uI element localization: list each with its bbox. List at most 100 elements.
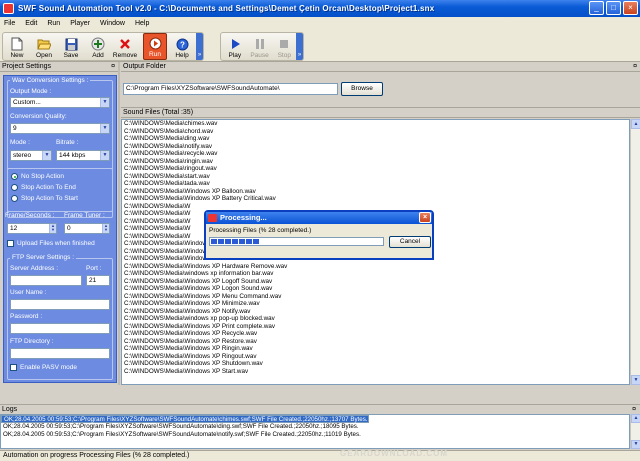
sound-list-scrollbar[interactable]: ▲ ▼ bbox=[630, 119, 640, 385]
logs-scrollbar[interactable]: ▲ ▼ bbox=[630, 414, 640, 449]
scroll-up-icon[interactable]: ▲ bbox=[631, 414, 640, 423]
list-item[interactable]: C:\WINDOWS\Media\windows xp information … bbox=[122, 270, 629, 278]
menu-file[interactable]: File bbox=[4, 20, 15, 27]
close-button[interactable]: × bbox=[623, 1, 638, 15]
help-button[interactable]: ? Help bbox=[170, 33, 194, 60]
fps-spinner[interactable]: 12 ▲ ▼ bbox=[7, 223, 57, 234]
password-field[interactable] bbox=[10, 323, 110, 334]
list-item[interactable]: C:\WINDOWS\Media\Windows XP Hardware Rem… bbox=[122, 263, 629, 271]
pause-button[interactable]: Pause bbox=[248, 33, 272, 60]
pin-icon[interactable]: ¤ bbox=[111, 62, 115, 72]
remove-label: Remove bbox=[112, 52, 138, 59]
main-toolbar-group: New Open Save Add Remove Run ? Help » bbox=[2, 32, 204, 61]
pasv-checkbox[interactable]: Enable PASV mode bbox=[10, 364, 77, 371]
port-value: 21 bbox=[89, 277, 97, 284]
list-item[interactable]: C:\WINDOWS\Media\W bbox=[122, 203, 629, 211]
list-item[interactable]: C:\WINDOWS\Media\Windows XP Balloon.wav bbox=[122, 188, 629, 196]
ftp-directory-field[interactable] bbox=[10, 348, 110, 359]
logs-list[interactable]: OK;28.04.2005 00:59:53;C:\Program Files\… bbox=[0, 414, 630, 449]
remove-x-icon bbox=[118, 37, 132, 51]
cancel-button[interactable]: Cancel bbox=[389, 236, 431, 248]
list-item[interactable]: C:\WINDOWS\Media\Windows XP Logon Sound.… bbox=[122, 285, 629, 293]
quality-select[interactable]: 9 ▼ bbox=[10, 123, 110, 134]
list-item[interactable]: C:\WINDOWS\Media\recycle.wav bbox=[122, 150, 629, 158]
menu-edit[interactable]: Edit bbox=[25, 20, 37, 27]
list-item[interactable]: C:\WINDOWS\Media\ringout.wav bbox=[122, 165, 629, 173]
mode-select[interactable]: stereo ▼ bbox=[10, 150, 52, 161]
browse-button[interactable]: Browse bbox=[341, 82, 383, 96]
open-button[interactable]: Open bbox=[32, 33, 56, 60]
menu-player[interactable]: Player bbox=[70, 20, 90, 27]
output-folder-title: Output Folder bbox=[123, 63, 166, 70]
list-item[interactable]: C:\WINDOWS\Media\chimes.wav bbox=[122, 120, 629, 128]
add-button[interactable]: Add bbox=[86, 33, 110, 60]
help-label: Help bbox=[175, 52, 189, 59]
log-row[interactable]: OK;28.04.2005 00:59:53;C:\Program Files\… bbox=[1, 415, 369, 423]
output-mode-select[interactable]: Custom... ▼ bbox=[10, 97, 110, 108]
list-item[interactable]: C:\WINDOWS\Media\chord.wav bbox=[122, 128, 629, 136]
app-icon bbox=[3, 3, 14, 14]
remove-button[interactable]: Remove bbox=[113, 33, 137, 60]
stop-button[interactable]: Stop bbox=[272, 33, 296, 60]
list-item[interactable]: C:\WINDOWS\Media\ringin.wav bbox=[122, 158, 629, 166]
save-button[interactable]: Save bbox=[59, 33, 83, 60]
list-item[interactable]: C:\WINDOWS\Media\Windows XP Start.wav bbox=[122, 368, 629, 376]
list-item[interactable]: C:\WINDOWS\Media\start.wav bbox=[122, 173, 629, 181]
stop-icon bbox=[277, 37, 291, 51]
user-name-field[interactable] bbox=[10, 299, 110, 310]
new-file-icon bbox=[10, 37, 24, 51]
list-item[interactable]: C:\WINDOWS\Media\Windows XP Restore.wav bbox=[122, 338, 629, 346]
logs-header: Logs ¤ bbox=[0, 404, 640, 414]
radio-stop-to-end[interactable]: Stop Action To End bbox=[11, 184, 76, 191]
list-item[interactable]: C:\WINDOWS\Media\Windows XP Notify.wav bbox=[122, 308, 629, 316]
list-item[interactable]: C:\WINDOWS\Media\Windows XP Menu Command… bbox=[122, 293, 629, 301]
upload-checkbox[interactable]: Upload Files when finished bbox=[7, 240, 95, 247]
list-item[interactable]: C:\WINDOWS\Media\Windows XP Ringin.wav bbox=[122, 345, 629, 353]
help-icon: ? bbox=[175, 37, 189, 51]
stop-label: Stop bbox=[277, 52, 291, 59]
list-item[interactable]: C:\WINDOWS\Media\ding.wav bbox=[122, 135, 629, 143]
tuner-spinner[interactable]: 0 ▲ ▼ bbox=[64, 223, 110, 234]
list-item[interactable]: C:\WINDOWS\Media\Windows XP Minimize.wav bbox=[122, 300, 629, 308]
scroll-up-icon[interactable]: ▲ bbox=[631, 119, 640, 129]
log-row[interactable]: OK;28.04.2005 00:59:53;C:\Program Files\… bbox=[1, 423, 629, 431]
server-address-field[interactable] bbox=[10, 275, 82, 286]
add-icon bbox=[91, 37, 105, 51]
radio-no-stop[interactable]: No Stop Action bbox=[11, 173, 64, 180]
spinner-arrows-icon[interactable]: ▲ ▼ bbox=[102, 224, 109, 233]
list-item[interactable]: C:\WINDOWS\Media\Windows XP Battery Crit… bbox=[122, 195, 629, 203]
radio-stop-to-start[interactable]: Stop Action To Start bbox=[11, 195, 78, 202]
list-item[interactable]: C:\WINDOWS\Media\Windows XP Shutdown.wav bbox=[122, 360, 629, 368]
port-field[interactable]: 21 bbox=[86, 275, 110, 286]
new-button[interactable]: New bbox=[5, 33, 29, 60]
run-button[interactable]: Run bbox=[143, 33, 167, 60]
log-row[interactable]: OK;28.04.2005 00:59:53;C:\Program Files\… bbox=[1, 431, 629, 439]
list-item[interactable]: C:\WINDOWS\Media\Windows XP Ringout.wav bbox=[122, 353, 629, 361]
player-overflow-chevron[interactable]: » bbox=[296, 33, 304, 60]
radio-dot bbox=[11, 173, 18, 180]
output-path-field[interactable]: C:\Program Files\XYZSoftware\SWFSoundAut… bbox=[123, 83, 338, 95]
scroll-down-icon[interactable]: ▼ bbox=[631, 440, 640, 449]
bitrate-select[interactable]: 144 kbps ▼ bbox=[56, 150, 110, 161]
menu-run[interactable]: Run bbox=[47, 20, 60, 27]
menu-window[interactable]: Window bbox=[100, 20, 125, 27]
list-item[interactable]: C:\WINDOWS\Media\notify.wav bbox=[122, 143, 629, 151]
quality-value: 9 bbox=[13, 125, 17, 132]
add-label: Add bbox=[92, 52, 104, 59]
scroll-down-icon[interactable]: ▼ bbox=[631, 375, 640, 385]
minimize-button[interactable]: _ bbox=[589, 1, 604, 15]
dialog-close-button[interactable]: × bbox=[419, 212, 431, 223]
ftp-group-title: FTP Server Settings : bbox=[10, 254, 77, 261]
maximize-button[interactable]: □ bbox=[606, 1, 621, 15]
pin-icon[interactable]: ¤ bbox=[633, 62, 637, 72]
list-item[interactable]: C:\WINDOWS\Media\Windows XP Print comple… bbox=[122, 323, 629, 331]
toolbar-overflow-chevron[interactable]: » bbox=[196, 33, 203, 60]
spinner-arrows-icon[interactable]: ▲ ▼ bbox=[49, 224, 56, 233]
play-button[interactable]: Play bbox=[223, 33, 247, 60]
list-item[interactable]: C:\WINDOWS\Media\tada.wav bbox=[122, 180, 629, 188]
list-item[interactable]: C:\WINDOWS\Media\windows xp pop-up block… bbox=[122, 315, 629, 323]
list-item[interactable]: C:\WINDOWS\Media\Windows XP Logoff Sound… bbox=[122, 278, 629, 286]
menu-help[interactable]: Help bbox=[135, 20, 149, 27]
list-item[interactable]: C:\WINDOWS\Media\Windows XP Recycle.wav bbox=[122, 330, 629, 338]
run-icon bbox=[148, 36, 162, 50]
